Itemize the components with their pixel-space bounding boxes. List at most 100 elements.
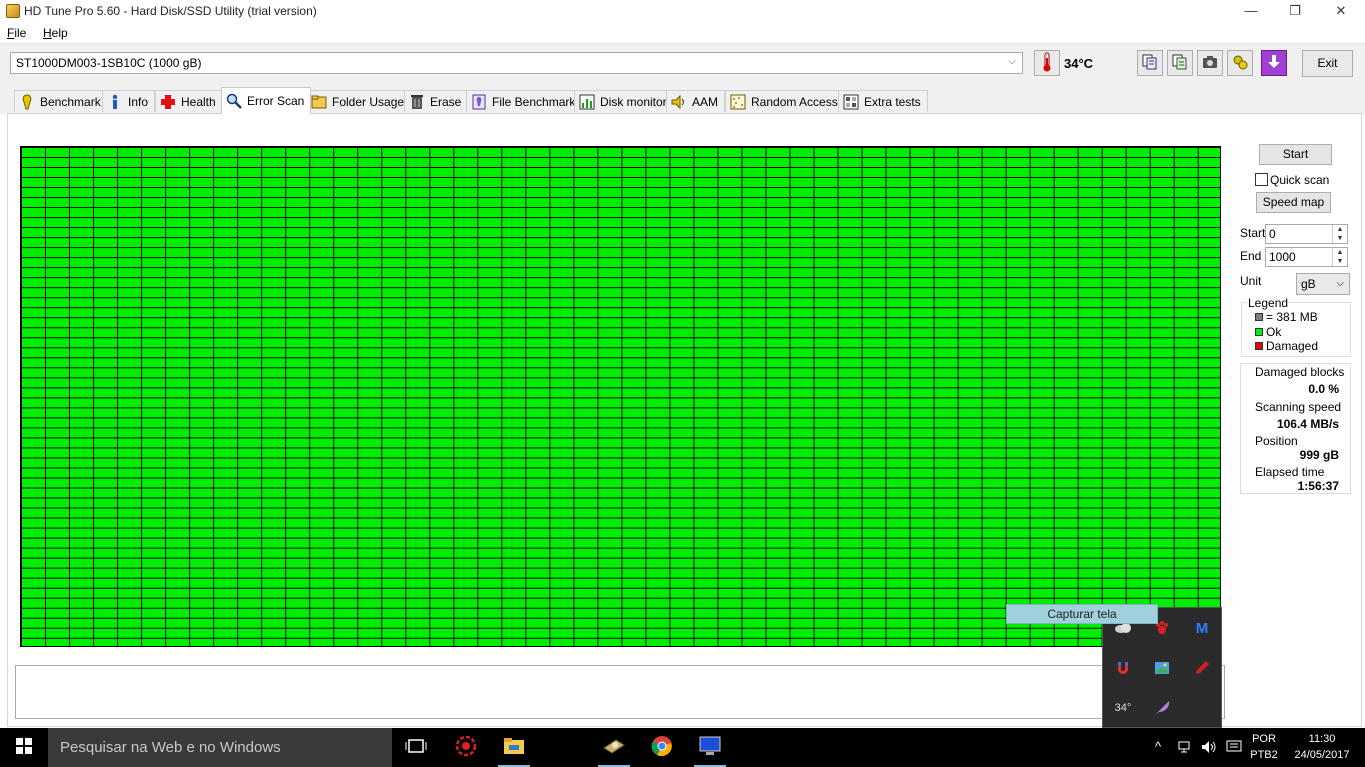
taskbar-file-explorer[interactable] [490,728,538,767]
folder-icon [503,737,525,758]
red-swatch-icon [1255,342,1263,350]
notification-icon[interactable] [1226,740,1242,757]
copy-info-icon [1142,54,1158,73]
start-scan-button[interactable]: Start [1259,144,1332,165]
start-range-value: 0 [1269,227,1276,241]
legend-ok-label: Ok [1266,325,1282,339]
legend-item-damaged: Damaged [1255,339,1318,353]
tab-disk-monitor[interactable]: Disk monitor [574,90,674,112]
camera-icon [1202,55,1218,72]
thermometer-icon [1042,52,1052,75]
copy-text-icon [1172,54,1188,73]
spinner-arrows-icon[interactable]: ▲ ▼ [1332,248,1347,266]
m-app-icon[interactable]: M [1191,617,1213,639]
benchmark-icon [19,93,35,110]
title-bar: HD Tune Pro 5.60 - Hard Disk/SSD Utility… [0,0,1365,23]
keyboard-layout[interactable]: PTB2 [1249,749,1279,761]
taskbar-app-1[interactable] [442,728,490,767]
capture-tooltip: Capturar tela [1006,604,1158,624]
temperature-tray-icon[interactable]: 34° [1112,697,1134,719]
start-range-input[interactable]: 0 ▲ ▼ [1265,224,1348,244]
tab-benchmark[interactable]: Benchmark [14,90,108,112]
tab-error-scan[interactable]: Error Scan [221,87,312,114]
tab-erase-label: Erase [430,94,462,109]
temperature-button[interactable] [1034,50,1060,76]
log-box [15,665,1225,719]
save-down-icon [1267,54,1281,73]
image-app-icon[interactable] [1151,657,1173,679]
file-benchmark-icon [471,94,487,110]
clock-date[interactable]: 24/05/2017 [1288,749,1356,761]
tab-error-scan-label: Error Scan [247,94,305,108]
chevron-down-icon: ⌵ [1008,56,1016,67]
magnet-icon[interactable] [1112,657,1134,679]
tab-aam-label: AAM [692,94,719,109]
copy-text-button[interactable] [1167,50,1193,76]
tab-random-access[interactable]: Random Access [725,90,845,112]
copy-info-button[interactable] [1137,50,1163,76]
save-button[interactable] [1261,50,1287,76]
feather-icon[interactable] [1151,697,1173,719]
legend-block-size-label: = 381 MB [1266,310,1318,324]
info-icon [107,94,123,110]
volume-icon[interactable] [1201,740,1217,757]
elapsed-time-value: 1:56:37 [1297,479,1339,493]
exit-button[interactable]: Exit [1302,50,1353,77]
tab-health[interactable]: Health [155,90,223,112]
end-range-input[interactable]: 1000 ▲ ▼ [1265,247,1348,267]
scanning-speed-value: 106.4 MB/s [1276,417,1339,431]
taskbar-hdtune[interactable] [590,728,638,767]
unit-label: Unit [1240,274,1262,288]
unit-select[interactable]: gB ⌵ [1296,273,1350,295]
options-icon [1232,54,1248,73]
chevron-up-icon[interactable]: ^ [1155,739,1161,754]
drive-select[interactable]: ST1000DM003-1SB10C (1000 gB) ⌵ [10,52,1023,74]
magnifier-icon [226,93,242,109]
window-title: HD Tune Pro 5.60 - Hard Disk/SSD Utility… [24,4,317,18]
task-view-button[interactable] [392,728,440,767]
temperature-label: 34°C [1064,56,1094,71]
position-value: 999 gB [1299,448,1339,462]
pen-tool-icon[interactable] [1191,657,1213,679]
screenshot-button[interactable] [1197,50,1223,76]
taskbar-chrome[interactable] [638,728,686,767]
input-language[interactable]: POR [1250,733,1278,745]
random-access-icon [730,94,746,110]
menu-file[interactable]: File [7,26,26,40]
gray-swatch-icon [1255,313,1263,321]
menu-file-rest: ile [14,26,27,40]
minimize-button[interactable]: — [1228,0,1274,23]
options-button[interactable] [1227,50,1253,76]
legend-title: Legend [1247,296,1290,310]
position-label: Position [1255,434,1298,448]
spinner-arrows-icon[interactable]: ▲ ▼ [1332,225,1347,243]
close-button[interactable]: ✕ [1318,0,1364,23]
block-map-grid [20,146,1221,647]
network-icon[interactable] [1178,740,1194,757]
tab-erase[interactable]: Erase [404,90,469,112]
menu-help[interactable]: Help [43,26,68,40]
tab-disk-monitor-label: Disk monitor [600,94,667,109]
tab-info[interactable]: Info [102,90,156,112]
tab-file-benchmark[interactable]: File Benchmark [466,90,583,112]
menu-help-rest: elp [51,26,68,40]
speed-map-button[interactable]: Speed map [1256,192,1331,213]
folder-icon [311,94,327,110]
tray-overflow-popup: M 34° [1102,607,1222,728]
toolbar: ST1000DM003-1SB10C (1000 gB) ⌵ 34°C Exit [0,43,1365,86]
tab-file-benchmark-label: File Benchmark [492,94,576,109]
start-button[interactable] [0,728,48,767]
taskbar-search-input[interactable]: Pesquisar na Web e no Windows [48,728,392,767]
clock-time[interactable]: 11:30 [1290,733,1354,745]
quick-scan-label: Quick scan [1270,173,1330,187]
task-view-icon [405,738,427,757]
tab-strip: Benchmark Info Health Error Scan Folder … [0,86,1365,114]
quick-scan-checkbox[interactable] [1255,173,1268,186]
tab-aam[interactable]: AAM [666,90,726,112]
disk-monitor-icon [579,94,595,110]
tab-extra-tests[interactable]: Extra tests [838,90,928,112]
legend-item-block-size: = 381 MB [1255,310,1318,324]
maximize-button[interactable]: ❐ [1272,0,1318,23]
tab-folder-usage[interactable]: Folder Usage [306,90,412,112]
taskbar-remote-desktop[interactable] [686,728,734,767]
